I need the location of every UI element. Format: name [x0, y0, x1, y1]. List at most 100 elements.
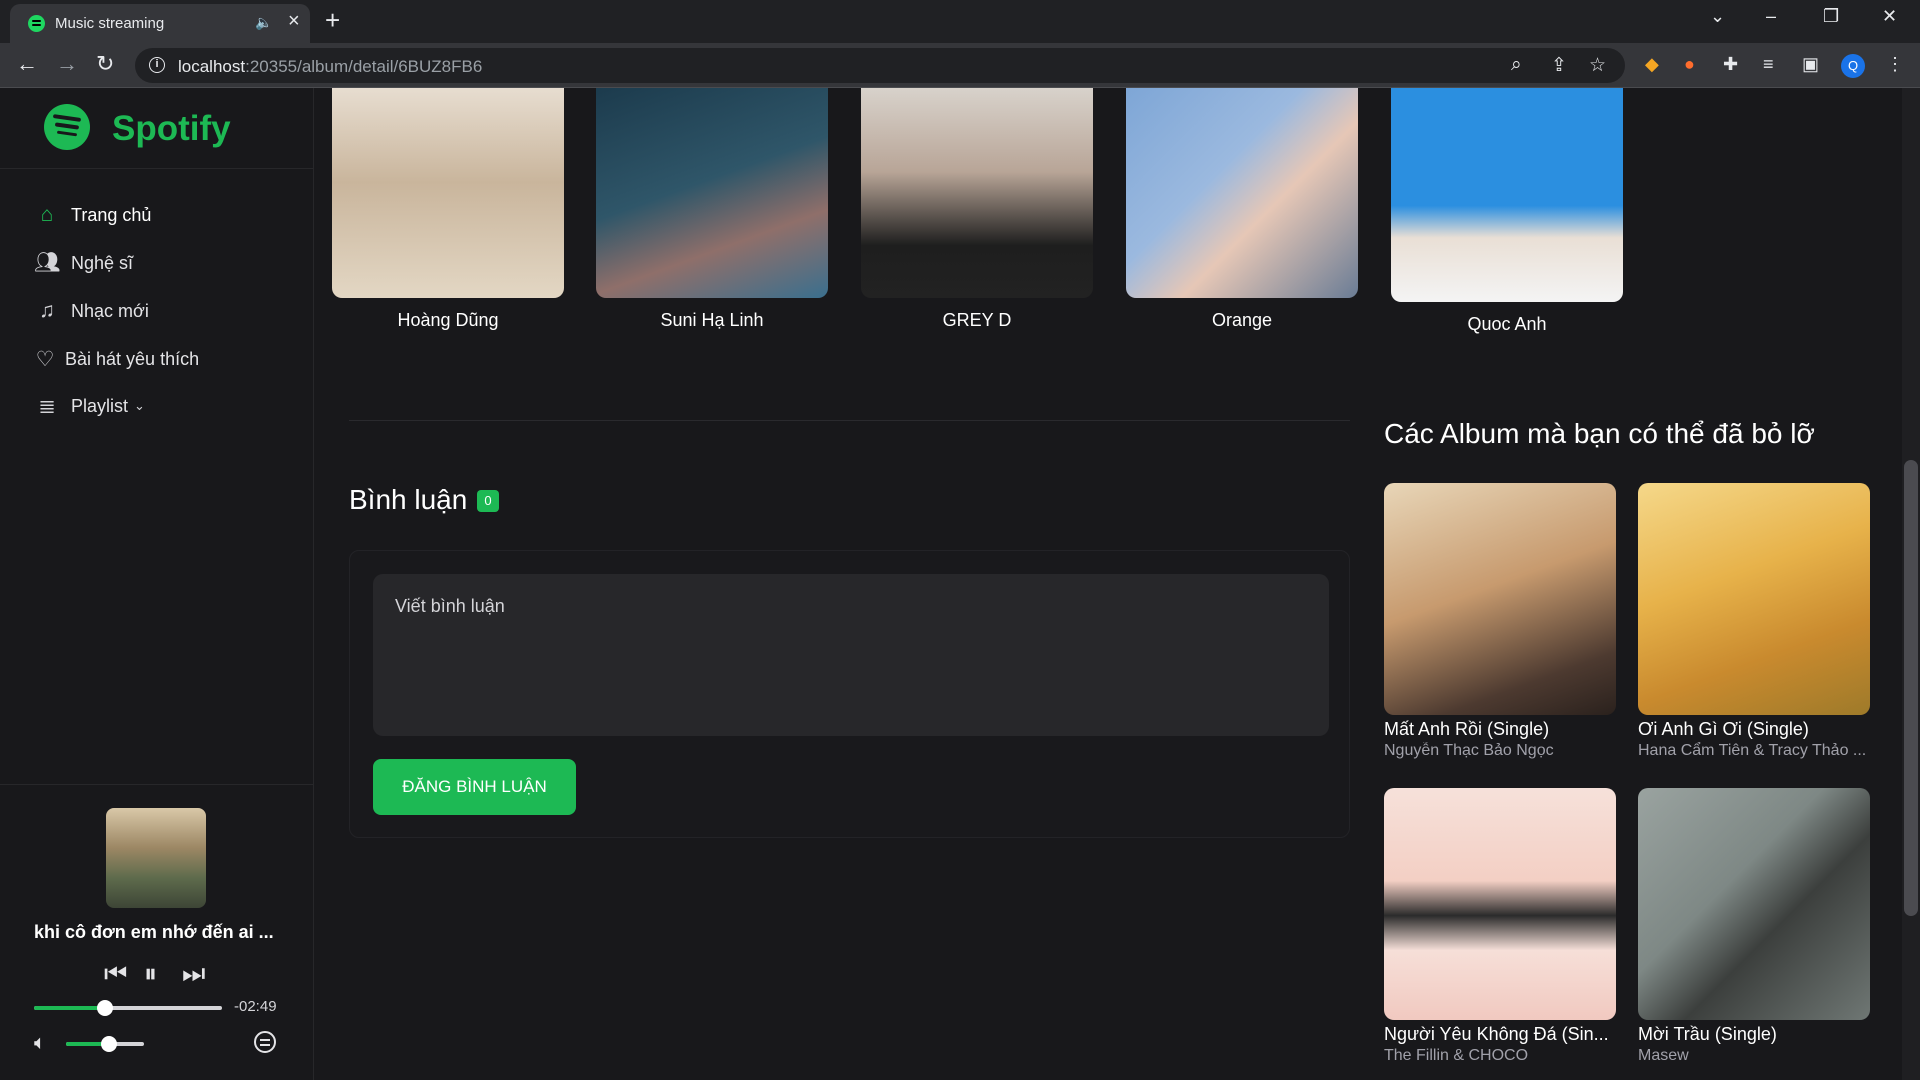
artist-name: GREY D — [942, 310, 1012, 330]
home-icon: ⌂ — [40, 203, 54, 226]
artist-card[interactable]: Hoàng Dũng — [332, 88, 564, 331]
share-icon[interactable]: ⇪ — [1551, 54, 1567, 77]
album-artist: Hana Cẩm Tiên & Tracy Thảo ... — [1638, 742, 1867, 759]
reload-icon[interactable]: ↻ — [96, 51, 114, 77]
pause-icon[interactable]: ⏸ — [144, 958, 157, 990]
sidebar-item-label: Nhạc mới — [71, 300, 149, 321]
volume-slider[interactable] — [66, 1036, 144, 1052]
sidebar-item-artists[interactable]: 👥︎ Nghệ sĩ — [34, 248, 133, 278]
album-cover — [1638, 788, 1870, 1020]
divider — [0, 168, 313, 169]
artist-card[interactable]: GREY D — [861, 88, 1093, 331]
window-close-icon[interactable]: ✕ — [1882, 6, 1897, 27]
album-card[interactable]: Ơi Anh Gì Ơi (Single) Hana Cẩm Tiên & Tr… — [1638, 483, 1870, 760]
sidebar-item-new-music[interactable]: ♫ Nhạc mới — [34, 296, 149, 326]
sidebar-item-label: Bài hát yêu thích — [65, 348, 200, 369]
volume-icon[interactable]: 🔈︎ — [34, 1032, 46, 1055]
now-playing-title: khi cô đơn em nhớ đến ai ... — [34, 922, 274, 942]
browser-menu-icon[interactable]: ⋮ — [1886, 54, 1904, 75]
chevron-down-icon: ⌄ — [134, 398, 145, 413]
album-card[interactable]: Người Yêu Không Đá (Sin... The Fillin & … — [1384, 788, 1616, 1065]
tab-search-icon[interactable]: ⌄ — [1710, 6, 1725, 27]
next-track-icon[interactable]: ⏭ — [182, 958, 205, 990]
playlist-icon: ≣ — [38, 394, 56, 418]
artist-card[interactable]: Suni Hạ Linh — [596, 88, 828, 331]
url-text: localhost:20355/album/detail/6BUZ8FB6 — [178, 57, 483, 76]
restore-icon[interactable]: ❐ — [1823, 6, 1839, 27]
album-cover — [1384, 788, 1616, 1020]
back-icon[interactable]: ← — [16, 51, 38, 77]
comment-input[interactable] — [373, 574, 1329, 736]
profile-avatar[interactable]: Q — [1841, 54, 1865, 78]
progress-handle[interactable] — [97, 1000, 114, 1016]
artist-name: Suni Hạ Linh — [660, 310, 764, 330]
artist-name: Orange — [1211, 310, 1273, 330]
scrollbar-thumb[interactable] — [1904, 460, 1918, 916]
music-note-icon: ♫ — [39, 299, 55, 322]
sidebar-item-favorites[interactable]: ♡ Bài hát yêu thích — [32, 344, 200, 374]
artist-photo — [861, 88, 1093, 298]
album-card[interactable]: Mời Trầu (Single) Masew — [1638, 788, 1870, 1065]
tab-audio-icon[interactable]: 🔈 — [255, 14, 272, 31]
artist-card[interactable]: Quoc Anh — [1391, 88, 1623, 335]
browser-toolbar: ← → ↻ i localhost:20355/album/detail/6BU… — [0, 43, 1920, 88]
new-tab-icon[interactable]: + — [325, 5, 340, 36]
album-card[interactable]: Mất Anh Rồi (Single) Nguyễn Thạc Bảo Ngọ… — [1384, 483, 1616, 760]
artist-name: Quoc Anh — [1467, 314, 1547, 334]
album-name: Mất Anh Rồi (Single) — [1384, 719, 1550, 739]
site-info-icon[interactable]: i — [149, 57, 165, 73]
tab-title: Music streaming — [55, 15, 165, 32]
browser-tabbar: Music streaming 🔈 × + ⌄ – ❐ ✕ — [0, 0, 1920, 43]
progress-slider[interactable] — [34, 1000, 222, 1016]
sidebar-item-label: Trang chủ — [71, 204, 152, 225]
extension-icon[interactable]: ● — [1684, 54, 1695, 75]
zoom-icon[interactable]: ⌕ — [1511, 54, 1522, 76]
address-bar[interactable]: i localhost:20355/album/detail/6BUZ8FB6 … — [135, 48, 1625, 83]
artist-photo — [1126, 88, 1358, 298]
album-name: Mời Trầu (Single) — [1638, 1024, 1777, 1044]
logo-text: Spotify — [112, 109, 231, 148]
sidebar-item-label: Playlist — [71, 395, 129, 416]
sidebar-item-home[interactable]: ⌂ Trang chủ — [34, 200, 152, 230]
divider — [349, 420, 1350, 421]
album-cover — [1384, 483, 1616, 715]
artist-photo — [596, 88, 828, 298]
album-cover — [1638, 483, 1870, 715]
previous-track-icon[interactable]: ⏮ — [104, 958, 127, 990]
sidebar-item-playlist[interactable]: ≣ Playlist ⌄ — [34, 391, 145, 421]
artists-icon: 👥︎ — [34, 251, 61, 274]
artist-photo — [1391, 88, 1623, 302]
extensions-puzzle-icon[interactable]: ✚ — [1723, 54, 1738, 75]
album-name: Người Yêu Không Đá (Sin... — [1384, 1024, 1609, 1044]
browser-tab[interactable]: Music streaming 🔈 × — [10, 4, 310, 43]
artist-photo — [332, 88, 564, 298]
progress-fill — [34, 1006, 106, 1010]
artist-name: Hoàng Dũng — [397, 310, 499, 330]
heart-icon: ♡ — [35, 347, 55, 371]
spotify-favicon-icon — [28, 15, 45, 32]
side-panel-icon[interactable]: ▣ — [1802, 54, 1819, 75]
forward-icon[interactable]: → — [56, 51, 78, 77]
album-artist: Nguyễn Thạc Bảo Ngọc — [1384, 742, 1554, 759]
page-scrollbar[interactable] — [1902, 88, 1920, 1080]
minimize-icon[interactable]: – — [1766, 6, 1776, 27]
now-playing-cover — [106, 808, 206, 908]
queue-icon[interactable] — [254, 1031, 276, 1053]
volume-handle[interactable] — [100, 1036, 117, 1052]
sidebar: Spotify ⌂ Trang chủ 👥︎ Nghệ sĩ ♫ Nhạc mớ… — [0, 88, 314, 1080]
tab-close-icon[interactable]: × — [288, 10, 300, 33]
album-artist: Masew — [1638, 1047, 1689, 1064]
comments-title: Bình luận — [349, 484, 468, 515]
bookmark-star-icon[interactable]: ☆ — [1589, 54, 1606, 77]
comments-count-badge: 0 — [477, 490, 499, 512]
artist-card[interactable]: Orange — [1126, 88, 1358, 331]
media-control-icon[interactable]: ≡ — [1763, 54, 1774, 75]
album-name: Ơi Anh Gì Ơi (Single) — [1638, 719, 1809, 739]
time-remaining: -02:49 — [234, 998, 277, 1015]
sidebar-item-label: Nghệ sĩ — [71, 252, 134, 273]
post-comment-button[interactable]: ĐĂNG BÌNH LUẬN — [373, 759, 576, 815]
extension-icon[interactable]: ◆ — [1645, 54, 1659, 75]
comment-form: ĐĂNG BÌNH LUẬN — [349, 550, 1350, 838]
spotify-logo-icon — [44, 104, 90, 150]
album-artist: The Fillin & CHOCO — [1384, 1047, 1529, 1064]
